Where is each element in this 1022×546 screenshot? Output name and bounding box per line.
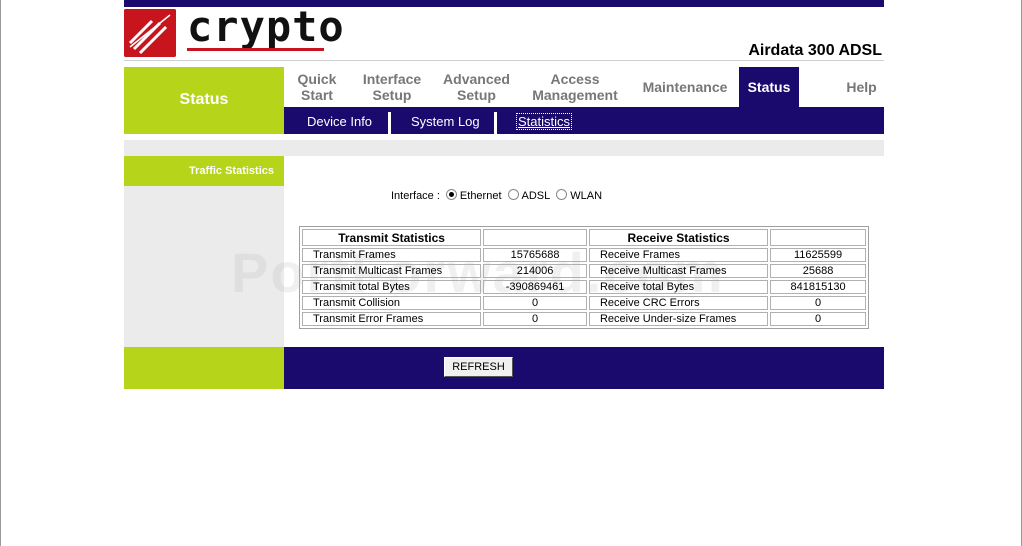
tx-label: Transmit Collision bbox=[302, 296, 482, 310]
crypto-logo: crypto bbox=[124, 2, 344, 58]
footer-bar bbox=[284, 347, 884, 389]
header-divider bbox=[124, 60, 884, 61]
logo-text: crypto bbox=[187, 2, 345, 51]
logo-mark bbox=[124, 9, 176, 57]
nav-advanced-setup[interactable]: Advanced Setup bbox=[434, 67, 519, 107]
tx-value: 0 bbox=[483, 312, 587, 326]
nav-status[interactable]: Status bbox=[739, 67, 799, 107]
traffic-statistics-table: Transmit Statistics Receive Statistics T… bbox=[299, 226, 869, 329]
sidebar-section-label: Traffic Statistics bbox=[189, 165, 274, 177]
tx-label: Transmit Frames bbox=[302, 248, 482, 262]
logo-underline bbox=[187, 48, 324, 51]
tx-value: 15765688 bbox=[483, 248, 587, 262]
nav-access-management[interactable]: Access Management bbox=[519, 67, 631, 107]
nav-quick-start[interactable]: Quick Start bbox=[284, 67, 350, 107]
radio-wlan-label: WLAN bbox=[570, 190, 603, 202]
subnav-statistics[interactable]: Statistics bbox=[516, 107, 573, 134]
rx-value: 0 bbox=[770, 296, 866, 310]
subnav-separator bbox=[494, 112, 497, 134]
transmit-header-blank bbox=[483, 229, 587, 246]
rx-value: 0 bbox=[770, 312, 866, 326]
radio-adsl-label: ADSL bbox=[521, 190, 551, 202]
sidebar-section-header: Traffic Statistics bbox=[124, 156, 284, 186]
subnav-system-log[interactable]: System Log bbox=[411, 107, 480, 134]
radio-wlan[interactable] bbox=[556, 188, 568, 200]
main-nav: Quick Start Interface Setup Advanced Set… bbox=[284, 67, 884, 107]
nav-maintenance[interactable]: Maintenance bbox=[631, 67, 739, 107]
section-title-block: Status bbox=[124, 67, 284, 134]
rx-value: 841815130 bbox=[770, 280, 866, 294]
sub-nav: Device Info System Log Statistics bbox=[284, 107, 884, 134]
radio-ethernet[interactable] bbox=[445, 188, 457, 200]
rx-value: 11625599 bbox=[770, 248, 866, 262]
content-top-bar bbox=[124, 140, 884, 156]
rx-label: Receive Multicast Frames bbox=[588, 264, 769, 278]
tx-label: Transmit Error Frames bbox=[302, 312, 482, 326]
rx-label: Receive Under-size Frames bbox=[588, 312, 769, 326]
nav-interface-setup[interactable]: Interface Setup bbox=[350, 67, 434, 107]
table-row: Transmit Frames 15765688 Receive Frames … bbox=[302, 248, 866, 262]
table-row: Transmit total Bytes -390869461 Receive … bbox=[302, 280, 866, 294]
subnav-system-log-label: System Log bbox=[411, 114, 480, 129]
section-title: Status bbox=[179, 91, 229, 108]
table-header-row: Transmit Statistics Receive Statistics bbox=[302, 229, 866, 246]
refresh-button[interactable]: REFRESH bbox=[444, 357, 513, 377]
interface-selector: Interface : Ethernet ADSL WLAN bbox=[391, 188, 603, 202]
receive-header-blank bbox=[770, 229, 866, 246]
subnav-statistics-label: Statistics bbox=[516, 113, 573, 130]
tx-value: 0 bbox=[483, 296, 587, 310]
radio-ethernet-label: Ethernet bbox=[459, 190, 502, 202]
nav-help[interactable]: Help bbox=[799, 67, 884, 107]
tx-label: Transmit Multicast Frames bbox=[302, 264, 482, 278]
receive-header: Receive Statistics bbox=[588, 229, 769, 246]
rx-label: Receive total Bytes bbox=[588, 280, 769, 294]
radio-adsl[interactable] bbox=[507, 188, 519, 200]
table-row: Transmit Multicast Frames 214006 Receive… bbox=[302, 264, 866, 278]
table-row: Transmit Error Frames 0 Receive Under-si… bbox=[302, 312, 866, 326]
tx-value: -390869461 bbox=[483, 280, 587, 294]
table-row: Transmit Collision 0 Receive CRC Errors … bbox=[302, 296, 866, 310]
transmit-header: Transmit Statistics bbox=[302, 229, 482, 246]
interface-label: Interface : bbox=[391, 190, 440, 202]
model-name: Airdata 300 ADSL bbox=[748, 42, 882, 59]
tx-value: 214006 bbox=[483, 264, 587, 278]
rx-value: 25688 bbox=[770, 264, 866, 278]
subnav-device-info[interactable]: Device Info bbox=[307, 107, 372, 134]
tx-label: Transmit total Bytes bbox=[302, 280, 482, 294]
rx-label: Receive Frames bbox=[588, 248, 769, 262]
subnav-device-info-label: Device Info bbox=[307, 114, 373, 129]
subnav-separator bbox=[388, 112, 391, 134]
rx-label: Receive CRC Errors bbox=[588, 296, 769, 310]
footer-left-block bbox=[124, 347, 284, 389]
